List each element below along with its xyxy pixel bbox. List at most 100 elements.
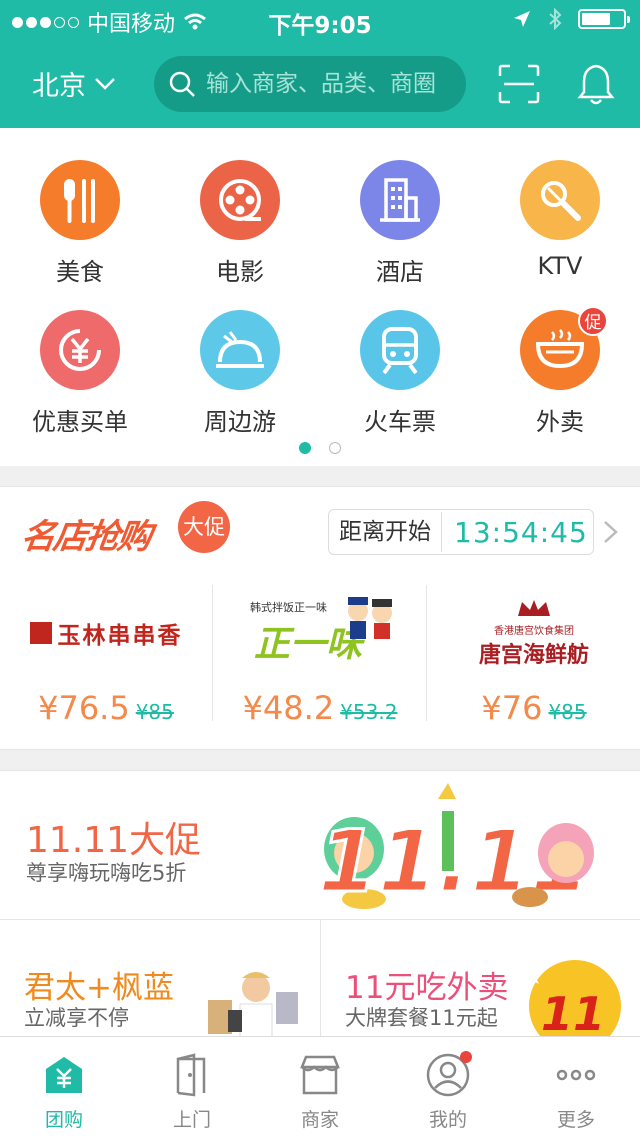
- category-ktv[interactable]: KTV: [480, 160, 640, 280]
- bell-icon[interactable]: [576, 62, 616, 106]
- more-icon: [556, 1069, 596, 1081]
- tab-door[interactable]: 上门: [128, 1037, 256, 1136]
- svg-text:11: 11: [541, 987, 605, 1038]
- countdown-label: 距离开始: [329, 512, 442, 552]
- location-arrow-icon: [514, 11, 530, 27]
- banner-subtitle: 尊享嗨玩嗨吃5折: [26, 861, 187, 885]
- deal-old-price: ¥53.2: [340, 700, 398, 724]
- city-selector[interactable]: 北京: [32, 64, 116, 103]
- mascot-icon: [348, 597, 392, 639]
- tab-store[interactable]: 商家: [256, 1037, 384, 1136]
- deal-card[interactable]: 韩式拌饭正一味 正一味 ¥48.2 ¥53.2: [214, 583, 426, 727]
- promo-artwork-1111: 11.11: [316, 783, 594, 914]
- tab-more[interactable]: 更多: [512, 1037, 640, 1136]
- scan-icon[interactable]: [498, 64, 540, 104]
- train-icon: [360, 310, 440, 390]
- category-label: 酒店: [376, 258, 424, 286]
- tab-label: 商家: [300, 1109, 339, 1131]
- category-food[interactable]: 美食: [0, 160, 160, 287]
- brand-subtitle: 韩式拌饭正一味: [250, 601, 327, 614]
- tab-group-buy[interactable]: 团购: [0, 1037, 128, 1136]
- deal-price: ¥76: [481, 689, 543, 727]
- category-label: 火车票: [364, 408, 436, 436]
- deal-price: ¥76.5: [38, 689, 130, 727]
- category-takeout[interactable]: 促 外卖: [480, 306, 640, 437]
- tab-label: 团购: [44, 1109, 83, 1131]
- flash-sale-section: 名店抢购 大促 距离开始 13:54:45 玉林串串香 ¥76.5 ¥85 韩式拌…: [0, 486, 640, 750]
- brand-logo: 韩式拌饭正一味 正一味: [214, 593, 426, 673]
- chevron-right-icon[interactable]: [602, 519, 620, 545]
- store-icon: [300, 1055, 340, 1095]
- brand-name: 玉林串串香: [57, 622, 183, 649]
- brand-subtitle: 香港唐宫饮食集团: [493, 625, 574, 637]
- travel-icon: [200, 310, 280, 390]
- bowl-icon: 促: [520, 306, 608, 390]
- tab-label: 我的: [428, 1109, 467, 1131]
- tab-label: 上门: [172, 1109, 211, 1131]
- deal-price: ¥48.2: [242, 689, 335, 727]
- page-indicator[interactable]: [0, 442, 640, 454]
- category-movie[interactable]: 电影: [160, 160, 320, 287]
- banner-title: 11.11大促: [26, 820, 202, 861]
- brand-logo: 香港唐宫饮食集团 唐宫海鲜舫: [428, 593, 640, 673]
- banner-subtitle: 大牌套餐11元起: [345, 1006, 498, 1030]
- search-input[interactable]: [206, 71, 456, 97]
- promo-artwork-11: 11: [529, 960, 621, 1038]
- shopping-person-image: [208, 972, 298, 1038]
- countdown-value: 13:54:45: [454, 515, 588, 549]
- battery-icon: [578, 9, 630, 29]
- category-label: 周边游: [204, 408, 276, 436]
- utensils-icon: [40, 160, 120, 240]
- deal-card[interactable]: 香港唐宫饮食集团 唐宫海鲜舫 ¥76 ¥85: [428, 583, 640, 727]
- deal-card[interactable]: 玉林串串香 ¥76.5 ¥85: [0, 583, 212, 727]
- page-dot-active[interactable]: [299, 442, 311, 454]
- film-reel-icon: [200, 160, 280, 240]
- promo-badge: 大促: [178, 501, 230, 553]
- category-label: 优惠买单: [32, 408, 128, 436]
- category-grid: 美食 电影 酒店 KTV 优惠买单 周边游 火车票 促 外卖: [0, 128, 640, 466]
- promo-banner-right[interactable]: 11元吃外卖 大牌套餐11元起 11: [321, 920, 640, 1038]
- banner-subtitle: 立减享不停: [24, 1006, 129, 1030]
- navbar: 北京: [0, 40, 640, 128]
- category-label: KTV: [537, 252, 583, 280]
- promo-badge: 促: [578, 306, 608, 336]
- microphone-icon: [520, 160, 600, 240]
- category-label: 美食: [56, 258, 104, 286]
- deal-old-price: ¥85: [548, 700, 587, 724]
- deal-old-price: ¥85: [135, 700, 174, 724]
- crown-icon: [517, 599, 550, 616]
- chevron-down-icon: [95, 77, 115, 90]
- tab-label: 更多: [556, 1109, 595, 1131]
- category-train-ticket[interactable]: 火车票: [320, 310, 480, 437]
- search-icon: [169, 71, 195, 97]
- divider: [212, 585, 213, 721]
- group-buy-icon: [46, 1057, 82, 1093]
- promo-banner-row: 君太+枫蓝 立减享不停 11元吃外卖 大牌套餐11元起 11: [0, 920, 640, 1038]
- category-discount-pay[interactable]: 优惠买单: [0, 310, 160, 437]
- divider: [426, 585, 427, 721]
- building-icon: [360, 160, 440, 240]
- search-bar[interactable]: [154, 56, 466, 112]
- category-label: 电影: [216, 258, 264, 286]
- brand-logo: 玉林串串香: [0, 593, 212, 673]
- banner-title: 11元吃外卖: [345, 970, 509, 1006]
- tab-profile[interactable]: 我的: [384, 1037, 512, 1136]
- notification-dot: [460, 1051, 472, 1063]
- door-icon: [176, 1053, 206, 1097]
- category-label: 外卖: [536, 408, 584, 436]
- page-dot[interactable]: [329, 442, 341, 454]
- city-label: 北京: [32, 71, 86, 102]
- header: 中国移动 下午9:05 北京: [0, 0, 640, 128]
- tab-bar: 团购 上门 商家 我的 更多: [0, 1036, 640, 1136]
- status-bar: 中国移动 下午9:05: [0, 0, 640, 40]
- promo-banner-left[interactable]: 君太+枫蓝 立减享不停: [0, 920, 320, 1038]
- bluetooth-icon: [549, 8, 562, 30]
- category-nearby-travel[interactable]: 周边游: [160, 310, 320, 437]
- yuan-coupon-icon: [40, 310, 120, 390]
- banner-title: 君太+枫蓝: [24, 970, 174, 1006]
- flash-sale-title: 名店抢购: [18, 517, 153, 557]
- category-hotel[interactable]: 酒店: [320, 160, 480, 287]
- promo-banner-1111[interactable]: 11.11大促 尊享嗨玩嗨吃5折 11.11: [0, 770, 640, 920]
- brand-name: 唐宫海鲜舫: [478, 641, 589, 668]
- countdown-timer: 距离开始 13:54:45: [328, 509, 594, 555]
